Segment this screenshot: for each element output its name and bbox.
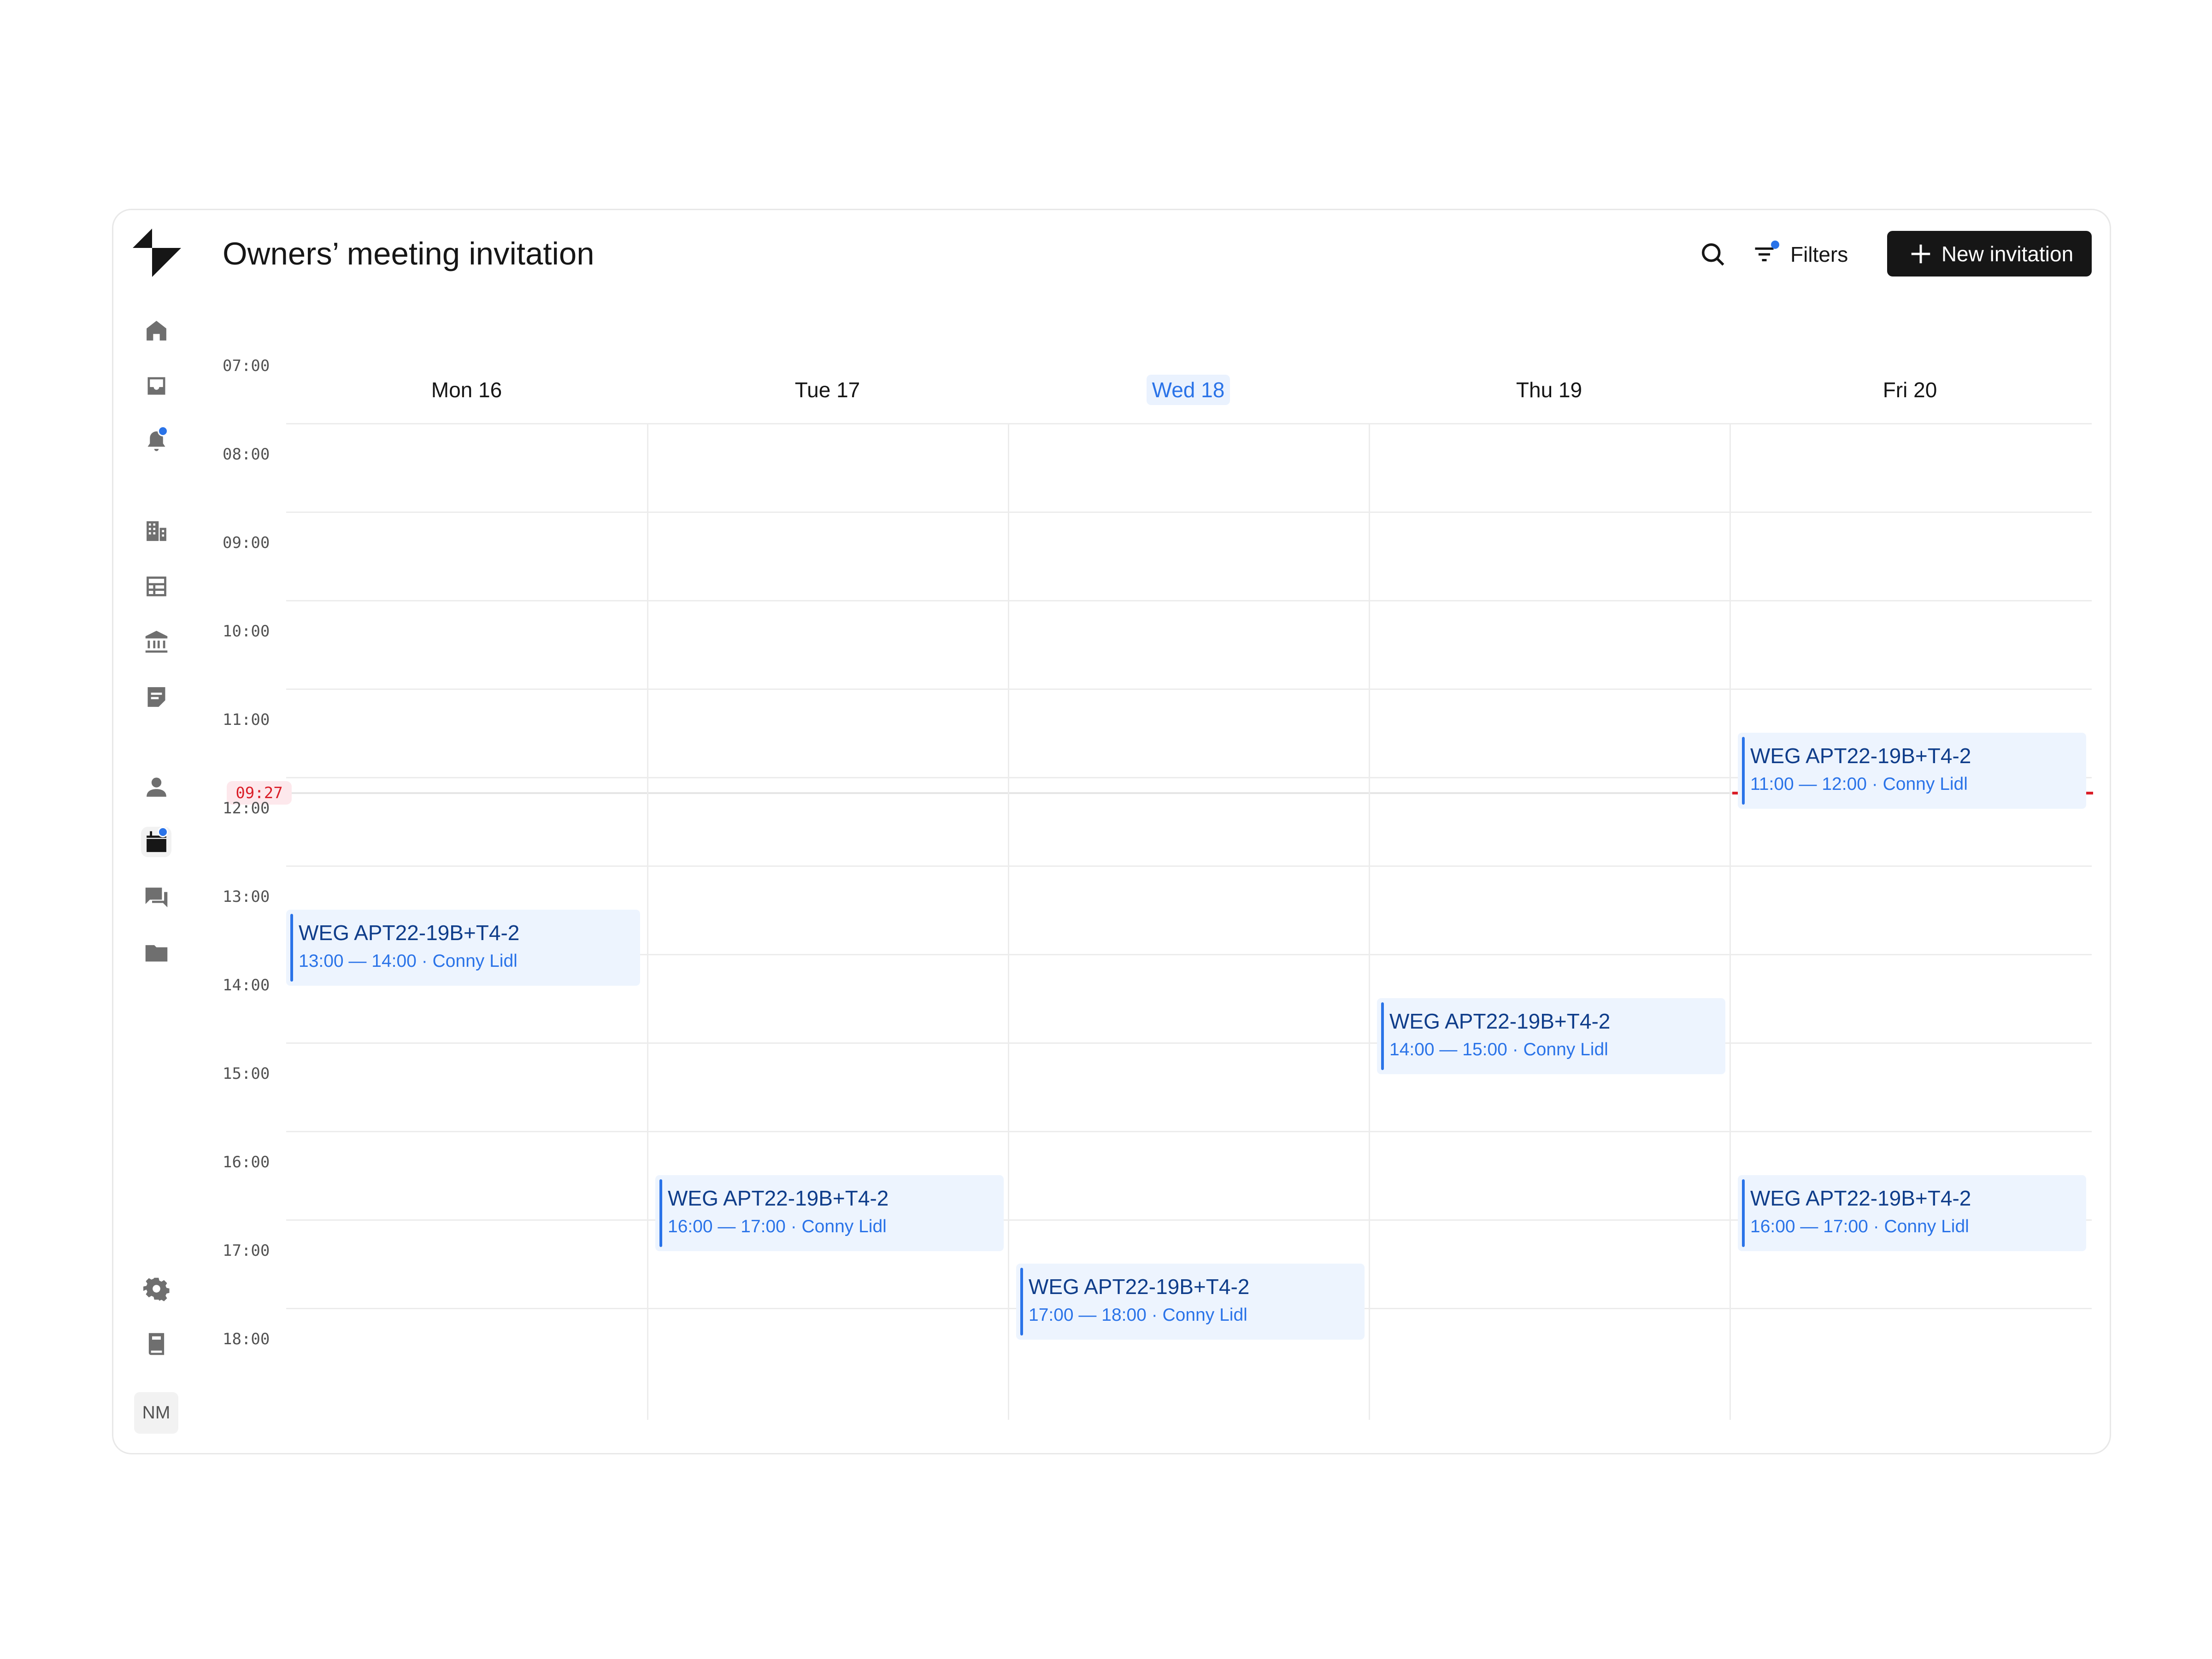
day-column-divider	[1730, 423, 1731, 1420]
day-header-thu[interactable]: Thu 19	[1369, 369, 1730, 411]
day-column-divider	[1369, 423, 1370, 1420]
event-card[interactable]: WEG APT22-19B+T4-2 13:00 — 14:00 · Conny…	[286, 910, 640, 986]
home-icon[interactable]	[141, 315, 171, 346]
person-icon[interactable]	[141, 771, 171, 802]
day-header-tue[interactable]: Tue 17	[647, 369, 1008, 411]
time-label: 08:00	[223, 445, 270, 464]
event-meta: 16:00 — 17:00 · Conny Lidl	[668, 1217, 887, 1236]
day-header-mon[interactable]: Mon 16	[286, 369, 647, 411]
event-title: WEG APT22-19B+T4-2	[1029, 1275, 1250, 1299]
hour-line	[286, 1042, 2092, 1044]
event-title: WEG APT22-19B+T4-2	[1389, 1009, 1611, 1033]
time-label: 09:00	[223, 534, 270, 552]
event-card[interactable]: WEG APT22-19B+T4-2 14:00 — 15:00 · Conny…	[1377, 998, 1725, 1074]
notification-dot	[158, 426, 168, 436]
event-meta: 11:00 — 12:00 · Conny Lidl	[1750, 774, 1968, 794]
hour-line	[286, 512, 2092, 513]
event-card[interactable]: WEG APT22-19B+T4-2 11:00 — 12:00 · Conny…	[1738, 733, 2086, 809]
table-icon[interactable]	[141, 571, 171, 601]
event-title: WEG APT22-19B+T4-2	[1750, 1186, 1971, 1210]
day-header-fri[interactable]: Fri 20	[1730, 369, 2090, 411]
time-label: 07:00	[223, 357, 270, 375]
event-meta: 14:00 — 15:00 · Conny Lidl	[1389, 1040, 1608, 1059]
search-button[interactable]	[1696, 238, 1730, 271]
notification-dot	[158, 827, 168, 837]
time-label: 13:00	[223, 888, 270, 906]
time-label: 11:00	[223, 711, 270, 729]
app-logo[interactable]	[133, 229, 181, 277]
plus-icon	[1911, 244, 1930, 263]
hour-line	[286, 600, 2092, 601]
filter-active-dot	[1771, 241, 1779, 249]
inbox-icon[interactable]	[141, 371, 171, 401]
chat-icon[interactable]	[141, 882, 171, 912]
document-icon[interactable]	[141, 682, 171, 712]
search-icon	[1702, 243, 1724, 266]
event-title: WEG APT22-19B+T4-2	[1750, 744, 1971, 768]
time-label: 16:00	[223, 1153, 270, 1171]
filters-label: Filters	[1790, 242, 1848, 266]
hour-line	[286, 865, 2092, 867]
event-meta: 16:00 — 17:00 · Conny Lidl	[1750, 1217, 1969, 1236]
filter-icon	[1752, 241, 1779, 268]
time-label: 17:00	[223, 1241, 270, 1260]
time-label: 14:00	[223, 976, 270, 994]
event-title: WEG APT22-19B+T4-2	[668, 1186, 889, 1210]
app-window: NM Owners’ meeting invitation Filters Ne…	[112, 209, 2111, 1454]
event-meta: 17:00 — 18:00 · Conny Lidl	[1029, 1305, 1247, 1325]
event-meta: 13:00 — 14:00 · Conny Lidl	[299, 951, 518, 971]
new-invitation-label: New invitation	[1941, 241, 2074, 266]
event-title: WEG APT22-19B+T4-2	[299, 921, 520, 945]
page-title: Owners’ meeting invitation	[223, 236, 594, 271]
time-label: 18:00	[223, 1330, 270, 1348]
day-column-divider	[647, 423, 648, 1420]
day-label: Wed 18	[1146, 375, 1230, 405]
filters-button[interactable]: Filters	[1752, 236, 1848, 272]
day-label: Mon 16	[431, 378, 502, 402]
day-label: Tue 17	[794, 378, 860, 402]
day-label: Thu 19	[1516, 378, 1583, 402]
building-icon[interactable]	[141, 516, 171, 546]
folder-icon[interactable]	[141, 937, 171, 968]
day-header-wed[interactable]: Wed 18	[1008, 369, 1369, 411]
time-label: 10:00	[223, 622, 270, 641]
hour-line	[286, 688, 2092, 690]
event-card[interactable]: WEG APT22-19B+T4-2 16:00 — 17:00 · Conny…	[1738, 1175, 2086, 1251]
bank-icon[interactable]	[141, 626, 171, 657]
hour-line	[286, 423, 2092, 424]
event-card[interactable]: WEG APT22-19B+T4-2 16:00 — 17:00 · Conny…	[655, 1175, 1004, 1251]
event-card[interactable]: WEG APT22-19B+T4-2 17:00 — 18:00 · Conny…	[1016, 1264, 1365, 1340]
day-label: Fri 20	[1883, 378, 1937, 402]
calendar-icon[interactable]	[141, 827, 171, 857]
time-label: 15:00	[223, 1065, 270, 1083]
time-label: 12:00	[223, 799, 270, 818]
bell-icon[interactable]	[141, 426, 171, 456]
day-column-divider	[1008, 423, 1009, 1420]
hour-line	[286, 1131, 2092, 1132]
book-icon[interactable]	[141, 1329, 171, 1359]
settings-icon[interactable]	[141, 1273, 171, 1304]
user-avatar[interactable]: NM	[134, 1392, 178, 1434]
new-invitation-button[interactable]: New invitation	[1887, 231, 2092, 276]
